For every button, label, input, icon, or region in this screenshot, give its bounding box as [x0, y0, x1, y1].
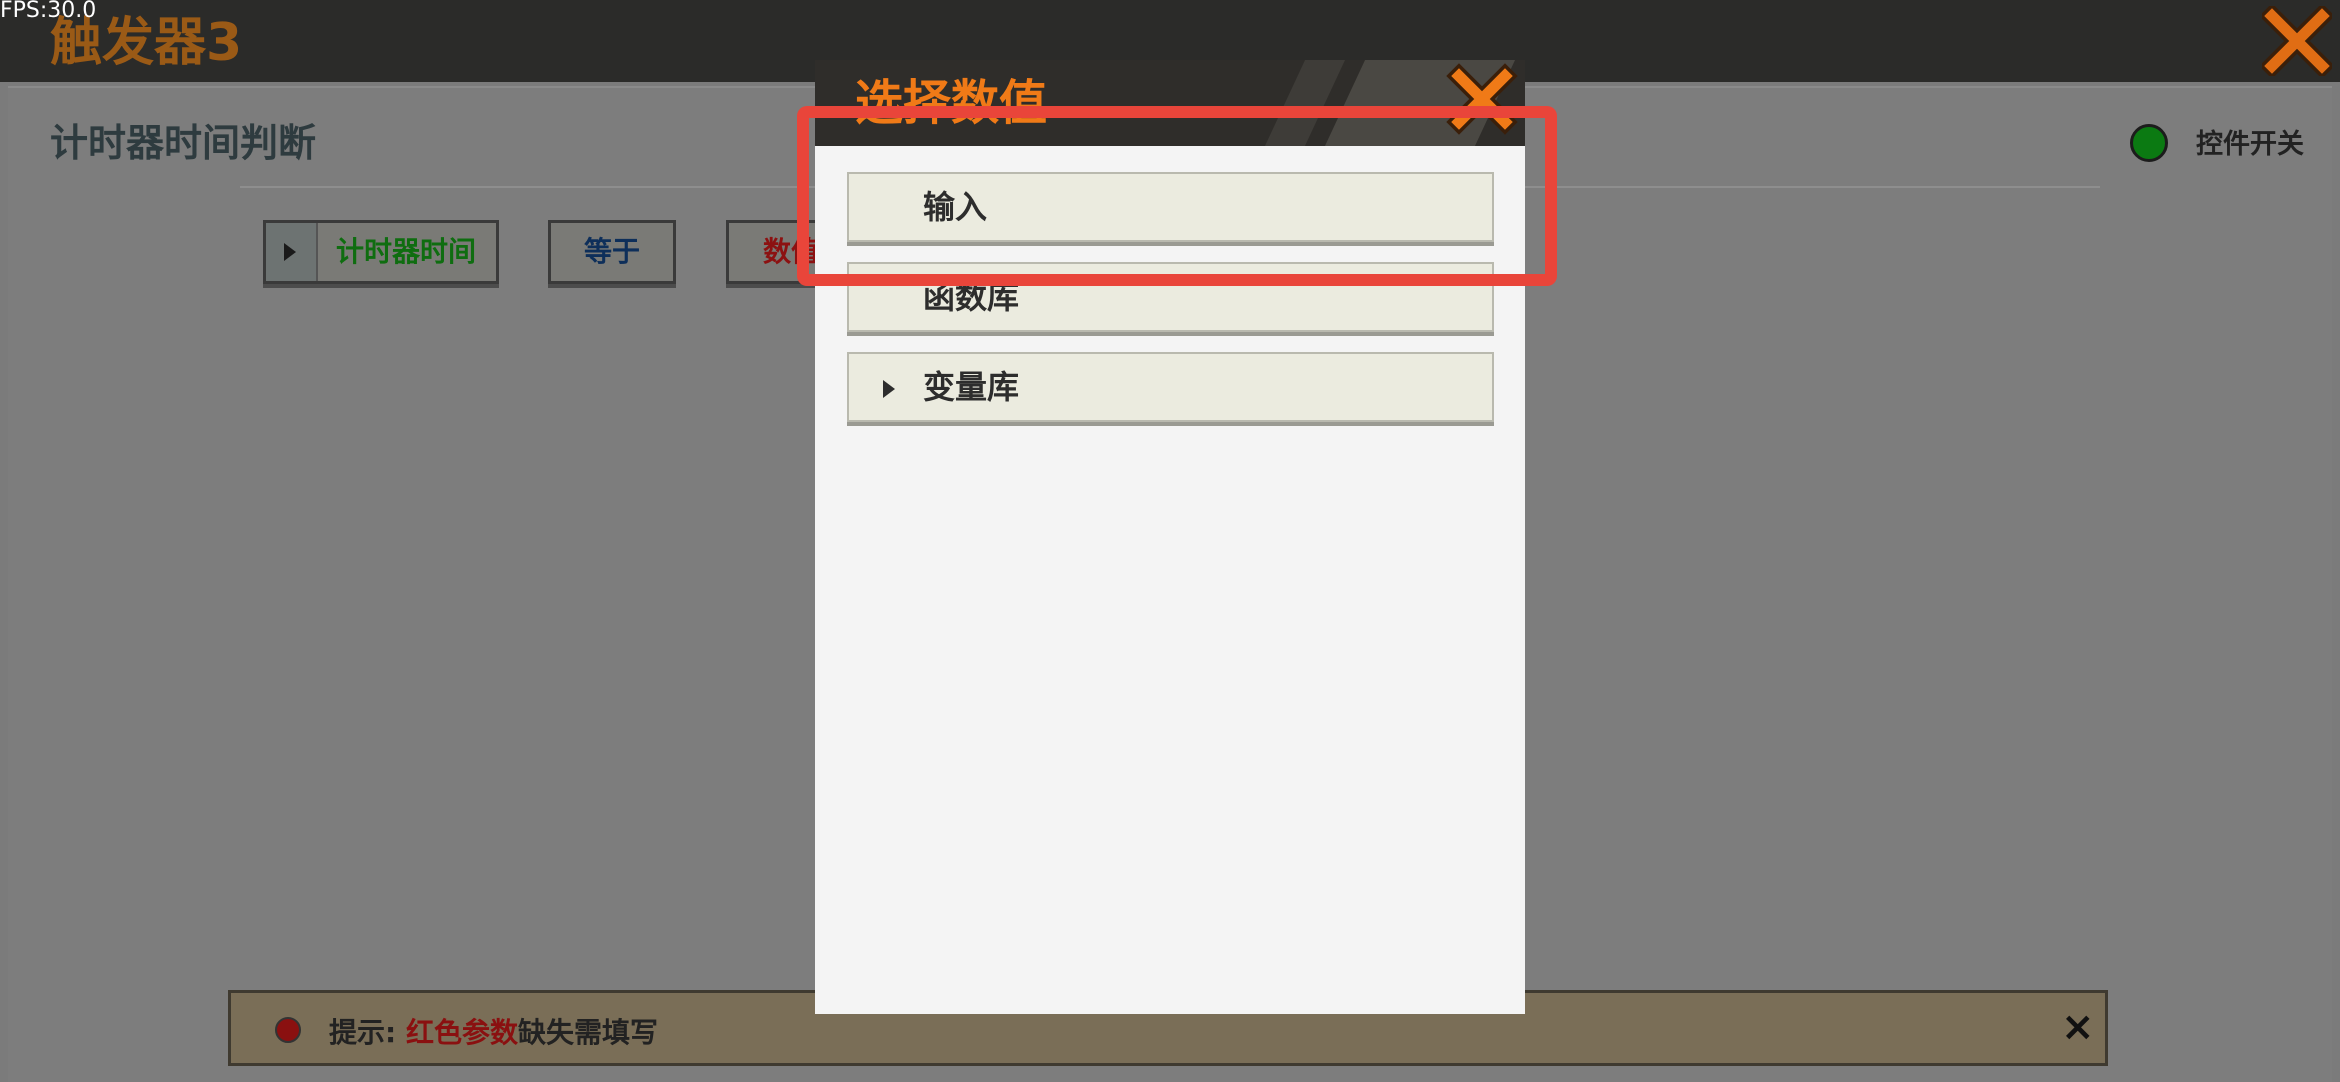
expand-icon — [883, 380, 895, 398]
highlight-box — [797, 106, 1557, 286]
hint-dot-icon — [275, 1017, 301, 1043]
close-icon[interactable] — [2262, 6, 2332, 76]
switch-label: 控件开关 — [2196, 129, 2304, 160]
option-variable-library-label: 变量库 — [923, 368, 1020, 406]
equal-chip[interactable]: 等于 — [548, 220, 676, 284]
expand-icon — [266, 223, 318, 281]
option-variable-library[interactable]: 变量库 — [847, 352, 1494, 422]
hint-close-icon[interactable]: × — [2061, 1003, 2095, 1051]
hint-text: 提示: 红色参数缺失需填写 — [329, 1016, 658, 1049]
switch-toggle[interactable] — [2130, 124, 2168, 162]
fps-counter: FPS:30.0 — [0, 0, 97, 23]
timer-time-label: 计时器时间 — [336, 235, 477, 268]
condition-title: 计时器时间判断 — [50, 121, 317, 165]
timer-time-chip[interactable]: 计时器时间 — [263, 220, 499, 284]
